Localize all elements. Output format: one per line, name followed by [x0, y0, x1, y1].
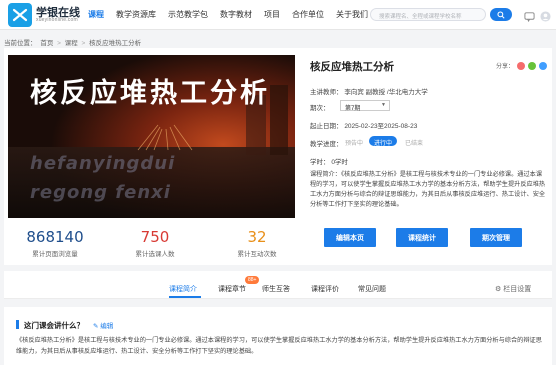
cover-watermark-pinyin: hefanyingdui — [30, 153, 176, 174]
dates-label: 起止日期： — [310, 123, 343, 130]
breadcrumb-label: 当前位置： — [4, 40, 37, 47]
course-stats-button[interactable]: 课程统计 — [396, 228, 448, 247]
stat-value: 32 — [247, 228, 267, 246]
share-row: 分享： — [496, 61, 548, 70]
course-title: 核反应堆热工分析 — [310, 61, 394, 73]
section-edit-button[interactable]: ✎ 编辑 — [93, 320, 113, 330]
edit-icon: ✎ — [93, 323, 99, 330]
nav-item-partners[interactable]: 合作单位 — [292, 9, 324, 20]
stat-page-views: 868140 累计页面浏览量 — [20, 228, 90, 258]
share-qq-icon[interactable] — [539, 61, 548, 70]
dates-value: 2025-02-23至2025-08-23 — [344, 123, 418, 130]
nav-item-digital-textbooks[interactable]: 数字教材 — [220, 9, 252, 20]
course-description: 课程简介：《核反应堆热工分析》是核工程与核技术专业的一门专业必修课。通过本课程的… — [310, 170, 546, 210]
share-wechat-icon[interactable] — [528, 61, 537, 70]
progress-label: 教学进度： — [310, 141, 343, 148]
teacher-label: 主讲教师： — [310, 89, 343, 96]
stat-label: 累计选课人数 — [135, 251, 175, 258]
period-select[interactable]: 第7期 ▼ — [340, 100, 390, 112]
column-settings-button[interactable]: ⚙ 栏目设置 — [495, 284, 531, 294]
chevron-down-icon: ▼ — [381, 102, 386, 108]
dates-row: 起止日期： 2025-02-23至2025-08-23 — [310, 120, 417, 130]
stat-enrolled: 750 累计选课人数 — [120, 228, 190, 258]
search-icon — [497, 10, 505, 19]
edit-label: 编辑 — [100, 323, 114, 330]
stat-value: 868140 — [26, 228, 84, 246]
breadcrumb-separator: > — [81, 40, 86, 47]
period-management-button[interactable]: 期次管理 — [470, 228, 522, 247]
brand-logo[interactable] — [8, 3, 32, 27]
tab-faq[interactable]: 常见问题 — [358, 284, 386, 294]
brand-logo-icon — [12, 8, 28, 22]
share-weibo-icon[interactable] — [517, 61, 526, 70]
tab-course-chapters[interactable]: 课程章节 — [218, 284, 246, 294]
breadcrumb-courses[interactable]: 课程 — [65, 40, 78, 47]
teacher-name: 李向宾 副教授 /华北电力大学 — [344, 89, 428, 96]
brand-domain: xueyinonline.com — [36, 17, 78, 23]
description-label: 课程简介： — [310, 171, 341, 178]
breadcrumb-separator: > — [57, 40, 61, 47]
section-accent-bar — [16, 320, 19, 329]
nav-item-courses[interactable]: 课程 — [88, 9, 104, 20]
status-ended: 已结束 — [405, 140, 424, 147]
active-tab-indicator — [169, 296, 201, 298]
breadcrumb-home[interactable]: 首页 — [40, 40, 53, 47]
section-title: 这门课会讲什么？ — [24, 321, 84, 330]
nav-item-demo-package[interactable]: 示范教学包 — [168, 9, 208, 20]
breadcrumb-current: 核反应堆热工分析 — [89, 40, 142, 47]
main-nav: 课程 教学资源库 示范教学包 数字教材 项目 合作单位 关于我们 — [88, 9, 380, 20]
status-ongoing: 进行中 — [369, 136, 398, 147]
chapters-count-badge: 88+ — [245, 276, 260, 284]
nav-item-projects[interactable]: 项目 — [264, 9, 280, 20]
settings-label: 栏目设置 — [503, 286, 532, 293]
nav-item-resource-library[interactable]: 教学资源库 — [116, 9, 156, 20]
credit-value: 0学时 — [331, 159, 348, 166]
breadcrumb: 当前位置： 首页 > 课程 > 核反应堆热工分析 — [4, 37, 143, 47]
stat-label: 累计页面浏览量 — [32, 251, 78, 258]
teacher-row: 主讲教师： 李向宾 副教授 /华北电力大学 — [310, 86, 428, 96]
course-cover-image[interactable]: 核反应堆热工分析 hefanyingdui regong fenxi — [8, 55, 295, 218]
nav-item-about[interactable]: 关于我们 — [336, 9, 368, 20]
stat-value: 750 — [140, 228, 170, 246]
description-text: 《核反应堆热工分析》是核工程与核技术专业的一门专业必修课。通过本课程的学习，可以… — [310, 171, 546, 208]
credit-row: 学时： 0学时 — [310, 156, 348, 166]
tab-reviews[interactable]: 课程评价 — [311, 284, 339, 294]
period-value: 第7期 — [345, 105, 361, 112]
share-label: 分享： — [496, 64, 515, 70]
message-icon[interactable] — [524, 9, 535, 27]
tab-course-intro[interactable]: 课程简介 — [169, 284, 197, 294]
cover-title: 核反应堆热工分析 — [30, 78, 270, 109]
tab-qa[interactable]: 师生互答 — [262, 284, 290, 294]
gear-icon: ⚙ — [495, 286, 502, 293]
search-input[interactable]: 搜索课程名、全程或课程学校名称 — [370, 8, 486, 21]
section-text: 《核反应堆热工分析》是核工程与核技术专业的一门专业必修课。通过本课程的学习，可以… — [16, 337, 542, 355]
stat-label: 累计互动次数 — [237, 251, 277, 258]
cover-watermark-pinyin: regong fenxi — [30, 182, 171, 203]
stat-interactions: 32 累计互动次数 — [222, 228, 292, 258]
search-button[interactable] — [490, 8, 512, 21]
edit-page-button[interactable]: 编辑本页 — [324, 228, 376, 247]
period-label: 期次： — [310, 105, 330, 112]
user-avatar-icon[interactable] — [540, 9, 551, 27]
credit-label: 学时： — [310, 159, 330, 166]
status-upcoming: 预告中 — [345, 140, 364, 147]
